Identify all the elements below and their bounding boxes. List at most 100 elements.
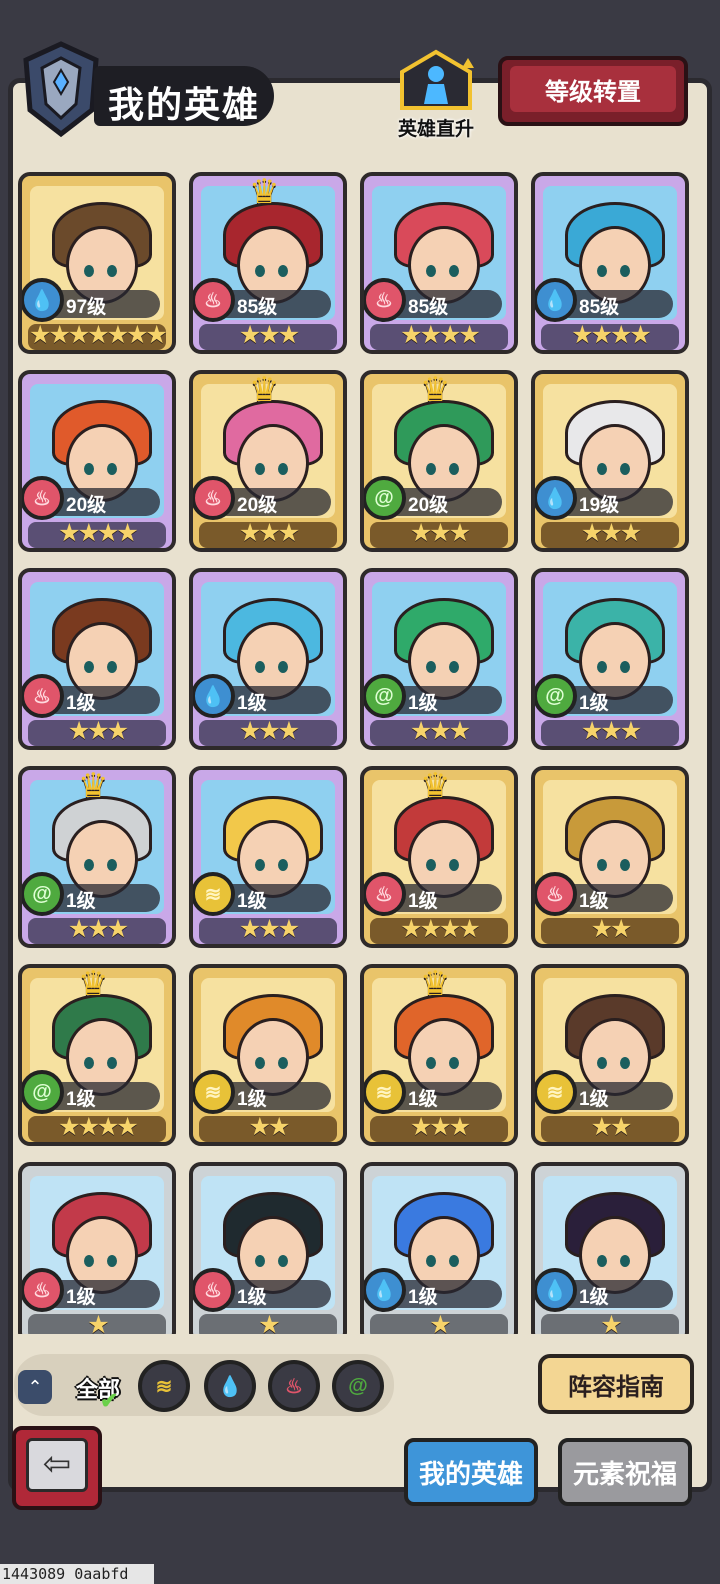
hero-eye — [449, 661, 459, 673]
water-element-icon: 💧 — [193, 674, 235, 718]
filter-earth-icon[interactable]: ≋ — [138, 1360, 190, 1412]
star-rating: ★★★ — [409, 519, 471, 547]
hero-eye — [620, 1057, 630, 1069]
hero-card[interactable]: ♨ 1级 ★ — [18, 1162, 176, 1334]
star-rating: ★★★ — [238, 717, 300, 745]
hero-level: 1级 — [66, 693, 96, 714]
hero-eye — [449, 463, 459, 475]
earth-element-icon: ≋ — [364, 1070, 406, 1114]
hero-eye — [107, 265, 117, 277]
fire-element-icon: ♨ — [193, 1268, 235, 1312]
hero-eye — [255, 1255, 265, 1267]
water-element-icon: 💧 — [22, 278, 64, 322]
hero-level: 20级 — [237, 495, 278, 516]
wind-element-icon: @ — [22, 872, 64, 916]
hero-eye — [278, 1255, 288, 1267]
hero-eye — [620, 1255, 630, 1267]
fire-element-icon: ♨ — [364, 872, 406, 916]
filter-wind-icon[interactable]: @ — [332, 1360, 384, 1412]
hero-up-button[interactable]: 英雄直升 — [386, 48, 486, 148]
star-rating: ★★ — [248, 1113, 291, 1141]
star-rating: ★ — [600, 1311, 622, 1334]
star-rating: ★★ — [590, 1113, 633, 1141]
hero-card[interactable]: 💧 1级 ★★★ — [189, 568, 347, 750]
hero-card[interactable]: 💧 1级 ★ — [360, 1162, 518, 1334]
tab-element-blessing[interactable]: 元素祝福 — [558, 1438, 692, 1506]
hero-card[interactable]: @1级 ★★★ — [531, 568, 689, 750]
crown-icon: ♛ — [420, 965, 451, 1003]
lineup-guide-button[interactable]: 阵容指南 — [538, 1354, 694, 1414]
hero-card[interactable]: ♛ @20级 ★★★ — [360, 370, 518, 552]
tab-my-heroes[interactable]: 我的英雄 — [404, 1438, 538, 1506]
filter-water-icon[interactable]: 💧 — [204, 1360, 256, 1412]
hero-eye — [597, 265, 607, 277]
crown-icon: ♛ — [420, 767, 451, 805]
back-button[interactable]: ⇦ — [12, 1426, 102, 1510]
hero-card[interactable]: @1级 ★★★ — [360, 568, 518, 750]
hero-card[interactable]: 💧 1级 ★ — [531, 1162, 689, 1334]
hero-eye — [255, 661, 265, 673]
checkmark-icon: ✔ — [100, 1388, 119, 1413]
hero-eye — [84, 463, 94, 475]
filter-fire-icon[interactable]: ♨ — [268, 1360, 320, 1412]
hero-eye — [84, 265, 94, 277]
hero-card[interactable]: ≋ 1级 ★★ — [189, 964, 347, 1146]
hero-level: 1级 — [237, 1089, 267, 1110]
hero-card[interactable]: ≋ 1级 ★★★ — [189, 766, 347, 948]
hero-eye — [449, 1255, 459, 1267]
hero-card[interactable]: ♨ 1级 ★★★ — [18, 568, 176, 750]
hero-eye — [597, 1255, 607, 1267]
fire-element-icon: ♨ — [193, 476, 235, 520]
crown-icon: ♛ — [420, 371, 451, 409]
hero-card[interactable]: ♨ 1级 ★ — [189, 1162, 347, 1334]
hero-card[interactable]: ♛ @1级 ★★★ — [18, 766, 176, 948]
filter-all-button[interactable]: 全部 — [68, 1360, 128, 1416]
star-rating: ★★★★★★★ — [29, 321, 168, 349]
footer-id-label: 1443089 0aabfd — [0, 1564, 154, 1584]
hero-card[interactable]: ♛ ≋ 1级 ★★★ — [360, 964, 518, 1146]
hero-card[interactable]: ♨ 20级 ★★★★ — [18, 370, 176, 552]
hero-eye — [278, 463, 288, 475]
hero-up-icon — [400, 49, 474, 110]
hero-eye — [278, 859, 288, 871]
hero-eye — [620, 463, 630, 475]
hero-grid: 💧 97级 ★★★★★★★ ♛ ♨ 85级 ★★★ ♨ 85级 ★★★★ 💧 85级 ★★★★ ♨ 20级 ★… — [18, 172, 694, 1334]
hero-card[interactable]: ♨ 85级 ★★★★ — [360, 172, 518, 354]
star-rating: ★★★ — [580, 519, 642, 547]
hero-eye — [84, 1255, 94, 1267]
hero-card[interactable]: ♛ ♨ 85级 ★★★ — [189, 172, 347, 354]
fire-element-icon: ♨ — [22, 674, 64, 718]
hero-eye — [620, 265, 630, 277]
hero-card[interactable]: ♛ ♨ 20级 ★★★ — [189, 370, 347, 552]
hero-card[interactable]: ♛ @1级 ★★★★ — [18, 964, 176, 1146]
hero-card[interactable]: 💧 97级 ★★★★★★★ — [18, 172, 176, 354]
hero-eye — [107, 661, 117, 673]
water-element-icon: 💧 — [535, 278, 577, 322]
hero-eye — [449, 265, 459, 277]
hero-eye — [620, 661, 630, 673]
wind-element-icon: @ — [364, 476, 406, 520]
hero-eye — [84, 859, 94, 871]
hero-level: 1级 — [66, 891, 96, 912]
star-rating: ★ — [87, 1311, 109, 1334]
hero-eye — [449, 859, 459, 871]
hero-card[interactable]: ≋ 1级 ★★ — [531, 964, 689, 1146]
star-rating: ★★★ — [409, 1113, 471, 1141]
level-transfer-button[interactable]: 等级转置 — [498, 56, 688, 126]
hero-eye — [84, 1057, 94, 1069]
hero-level: 1级 — [66, 1089, 96, 1110]
hero-eye — [278, 1057, 288, 1069]
hero-level: 1级 — [579, 693, 609, 714]
hero-eye — [597, 1057, 607, 1069]
collapse-filter-button[interactable]: ⌃ — [18, 1370, 52, 1404]
hero-eye — [426, 1057, 436, 1069]
hero-card[interactable]: ♛ ♨ 1级 ★★★★ — [360, 766, 518, 948]
hero-eye — [84, 661, 94, 673]
hero-level: 1级 — [237, 693, 267, 714]
star-rating: ★★★ — [580, 717, 642, 745]
hero-card[interactable]: ♨ 1级 ★★ — [531, 766, 689, 948]
hero-card[interactable]: 💧 85级 ★★★★ — [531, 172, 689, 354]
hero-card[interactable]: 💧 19级 ★★★ — [531, 370, 689, 552]
hero-eye — [597, 463, 607, 475]
hero-eye — [107, 1057, 117, 1069]
